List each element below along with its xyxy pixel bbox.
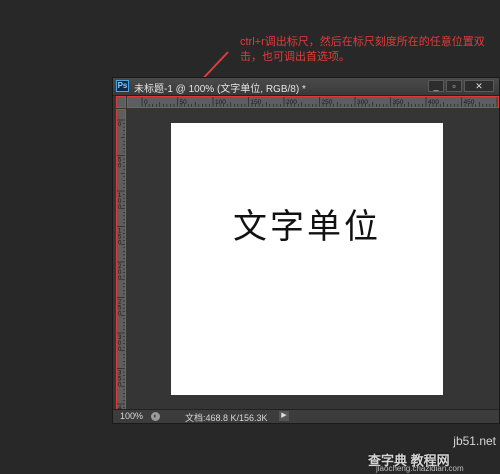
watermark-site: jb51.net — [453, 434, 496, 448]
document-titlebar[interactable]: Ps 未标题-1 @ 100% (文字单位, RGB/8) * _ ▫ ✕ — [113, 78, 499, 96]
v-ruler-label: 50 — [118, 158, 122, 170]
h-ruler-label: 450 — [464, 99, 475, 106]
photoshop-icon: Ps — [116, 80, 129, 92]
vertical-ruler[interactable]: 050100150200250300350400 — [116, 109, 126, 411]
h-ruler-label: 400 — [428, 99, 439, 106]
document-canvas[interactable]: 文字单位 — [171, 123, 443, 395]
h-ruler-label: 50 — [180, 99, 188, 106]
h-ruler-label: 350 — [393, 99, 404, 106]
v-ruler-label: 200 — [118, 264, 122, 282]
document-window[interactable]: Ps 未标题-1 @ 100% (文字单位, RGB/8) * _ ▫ ✕ 0 5… — [112, 77, 500, 424]
h-ruler-label: 100 — [215, 99, 226, 106]
canvas-text: 文字单位 — [233, 207, 381, 247]
proof-icon[interactable]: ◐ — [151, 412, 160, 421]
horizontal-ruler[interactable]: 05010015020025030035040045050 — [127, 96, 499, 108]
v-ruler-label: 300 — [118, 335, 122, 353]
h-ruler-label: 300 — [357, 99, 368, 106]
v-ruler-label: 0 — [118, 122, 122, 128]
ruler-origin[interactable] — [116, 96, 126, 108]
v-ruler-label: 350 — [118, 371, 122, 389]
document-title: 未标题-1 @ 100% (文字单位, RGB/8) * — [134, 84, 306, 95]
restore-button[interactable]: ▫ — [446, 80, 462, 92]
document-size-info: 文档:468.8 K/156.3K — [185, 413, 268, 423]
zoom-level[interactable]: 100% — [120, 411, 143, 421]
v-ruler-label: 150 — [118, 229, 122, 247]
watermark-url: jiaocheng.chazidian.com — [376, 464, 464, 473]
h-ruler-label: 150 — [251, 99, 262, 106]
v-ruler-label: 100 — [118, 193, 122, 211]
minimize-button[interactable]: _ — [428, 80, 444, 92]
close-button[interactable]: ✕ — [464, 80, 494, 92]
status-bar: 100% ◐ 文档:468.8 K/156.3K ▶ — [113, 409, 499, 423]
v-ruler-label: 250 — [118, 300, 122, 318]
h-ruler-label: 200 — [286, 99, 297, 106]
status-menu-arrow[interactable]: ▶ — [279, 411, 289, 421]
h-ruler-label: 0 — [144, 99, 148, 106]
h-ruler-label: 250 — [322, 99, 333, 106]
watermark: jb51.net 查字典 教程网 jiaocheng.chazidian.com — [368, 430, 500, 474]
